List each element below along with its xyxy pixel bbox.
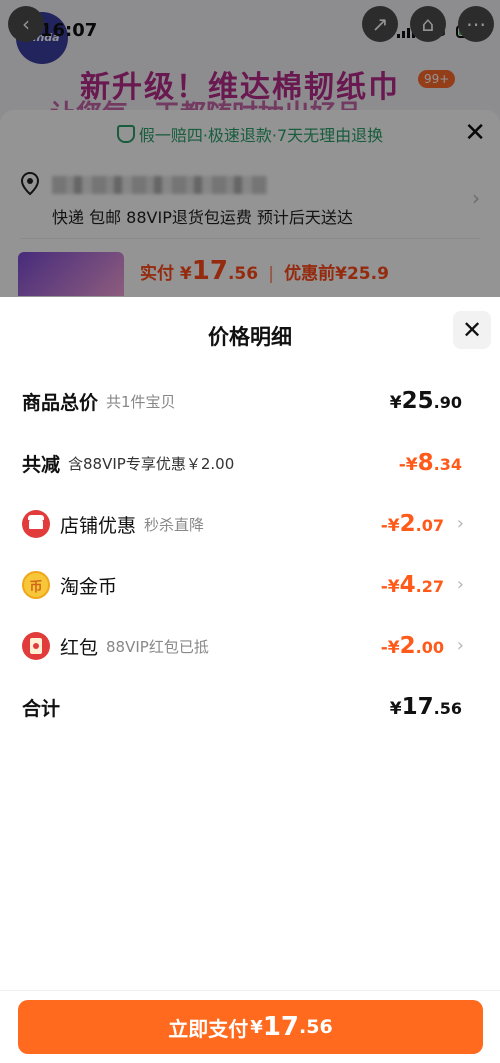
red-packet-label: 红包 bbox=[60, 636, 99, 659]
price-detail-modal: 价格明细 ✕ 商品总价 共1件宝贝 ¥25.90 共减 含88VIP专享优惠￥2… bbox=[0, 297, 500, 1062]
reduction-label: 共减 bbox=[22, 453, 61, 476]
red-packet-icon bbox=[22, 632, 50, 660]
coins-amount: -¥4.27 bbox=[380, 572, 444, 598]
reduction-sub: 含88VIP专享优惠￥2.00 bbox=[68, 454, 235, 473]
row-total: 商品总价 共1件宝贝 ¥25.90 bbox=[22, 381, 462, 421]
total-label: 商品总价 bbox=[22, 391, 99, 414]
total-amount: ¥25.90 bbox=[389, 388, 462, 414]
total-sub: 共1件宝贝 bbox=[106, 392, 176, 411]
overlay-dim[interactable] bbox=[0, 0, 500, 297]
red-packet-amount: -¥2.00 bbox=[380, 633, 444, 659]
pay-button-label: 立即支付 bbox=[168, 1016, 249, 1041]
pay-button-currency: ¥ bbox=[250, 1016, 263, 1038]
coins-label: 淘金币 bbox=[60, 575, 118, 598]
shop-discount-label: 店铺优惠 bbox=[60, 514, 137, 537]
reduction-amount: -¥8.34 bbox=[398, 450, 462, 476]
row-coins[interactable]: 币 淘金币 -¥4.27 › bbox=[22, 565, 464, 605]
shop-icon bbox=[22, 510, 50, 538]
row-reduction: 共减 含88VIP专享优惠￥2.00 -¥8.34 bbox=[22, 443, 462, 483]
row-red-packet[interactable]: 红包 88VIP红包已抵 -¥2.00 › bbox=[22, 626, 464, 666]
pay-button-int: 17 bbox=[262, 1012, 300, 1042]
chevron-right-icon: › bbox=[456, 635, 464, 656]
modal-title: 价格明细 bbox=[208, 325, 292, 349]
chevron-right-icon: › bbox=[456, 574, 464, 595]
sum-label: 合计 bbox=[22, 697, 61, 720]
shop-discount-amount: -¥2.07 bbox=[380, 511, 444, 537]
shop-discount-sub: 秒杀直降 bbox=[144, 515, 205, 534]
chevron-right-icon: › bbox=[456, 513, 464, 534]
row-sum: 合计 ¥17.56 bbox=[22, 687, 462, 727]
coin-icon: 币 bbox=[22, 571, 50, 599]
sum-amount: ¥17.56 bbox=[389, 694, 462, 720]
close-icon[interactable]: ✕ bbox=[453, 311, 491, 349]
red-packet-sub: 88VIP红包已抵 bbox=[106, 637, 209, 656]
pay-now-button[interactable]: 立即支付 ¥17.56 bbox=[18, 1000, 483, 1054]
row-shop-discount[interactable]: 店铺优惠 秒杀直降 -¥2.07 › bbox=[22, 504, 464, 544]
pay-button-dec: .56 bbox=[299, 1016, 333, 1038]
